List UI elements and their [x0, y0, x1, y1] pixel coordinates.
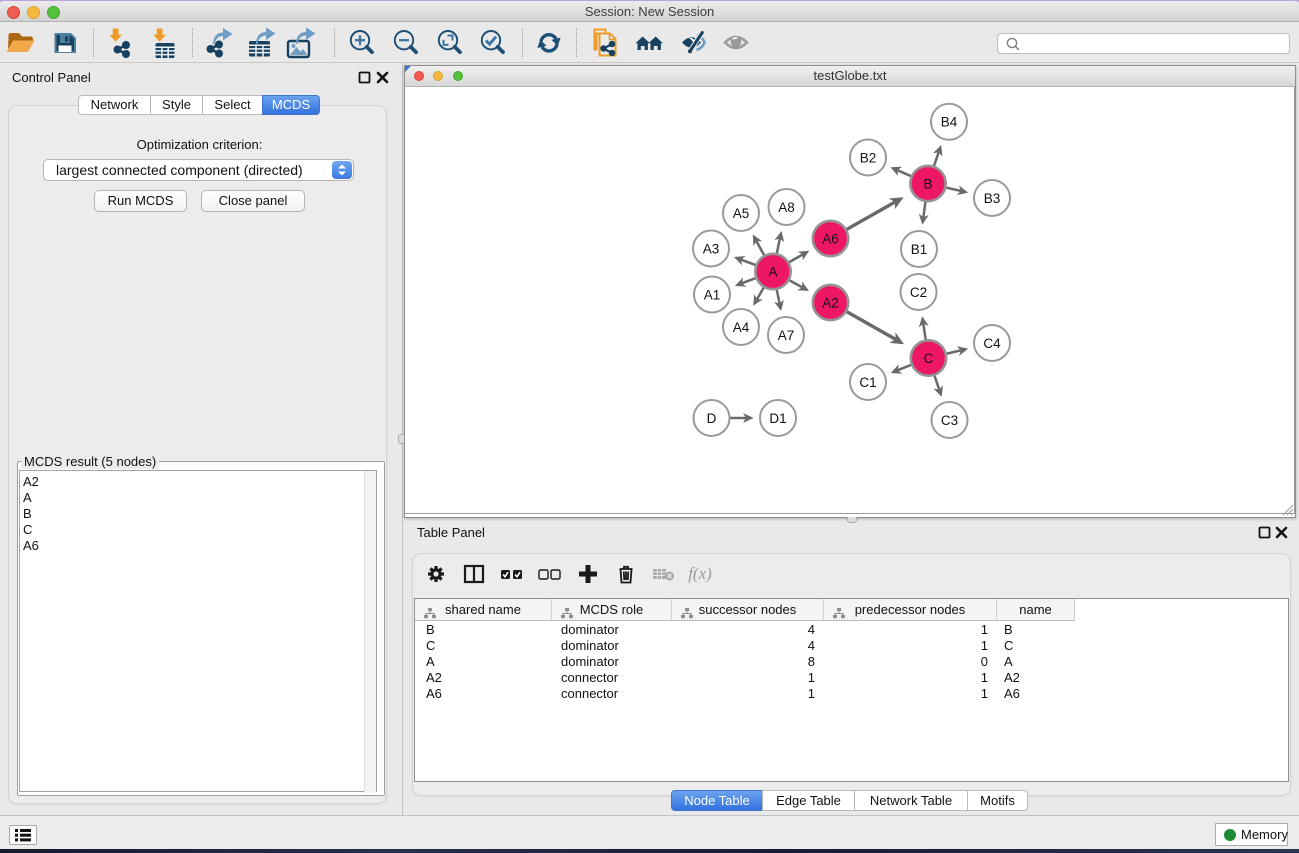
svg-text:D: D	[707, 411, 717, 426]
svg-text:C4: C4	[983, 336, 1001, 351]
svg-text:C1: C1	[859, 375, 876, 390]
svg-text:A3: A3	[703, 241, 720, 256]
svg-text:A7: A7	[778, 328, 795, 343]
svg-text:A1: A1	[704, 287, 721, 302]
svg-text:B1: B1	[911, 242, 928, 257]
svg-text:C3: C3	[941, 413, 958, 428]
svg-text:B3: B3	[984, 191, 1001, 206]
svg-text:A8: A8	[778, 200, 795, 215]
svg-text:A6: A6	[822, 231, 839, 246]
svg-text:C2: C2	[910, 285, 927, 300]
svg-text:B: B	[923, 176, 932, 191]
svg-text:B2: B2	[860, 150, 877, 165]
svg-text:A5: A5	[733, 206, 750, 221]
svg-text:A2: A2	[822, 295, 839, 310]
svg-text:f(x): f(x)	[688, 564, 712, 583]
svg-text:D1: D1	[769, 411, 786, 426]
svg-text:B4: B4	[941, 115, 958, 130]
svg-text:A4: A4	[733, 320, 750, 335]
svg-text:C: C	[924, 351, 934, 366]
svg-text:A: A	[768, 264, 777, 279]
